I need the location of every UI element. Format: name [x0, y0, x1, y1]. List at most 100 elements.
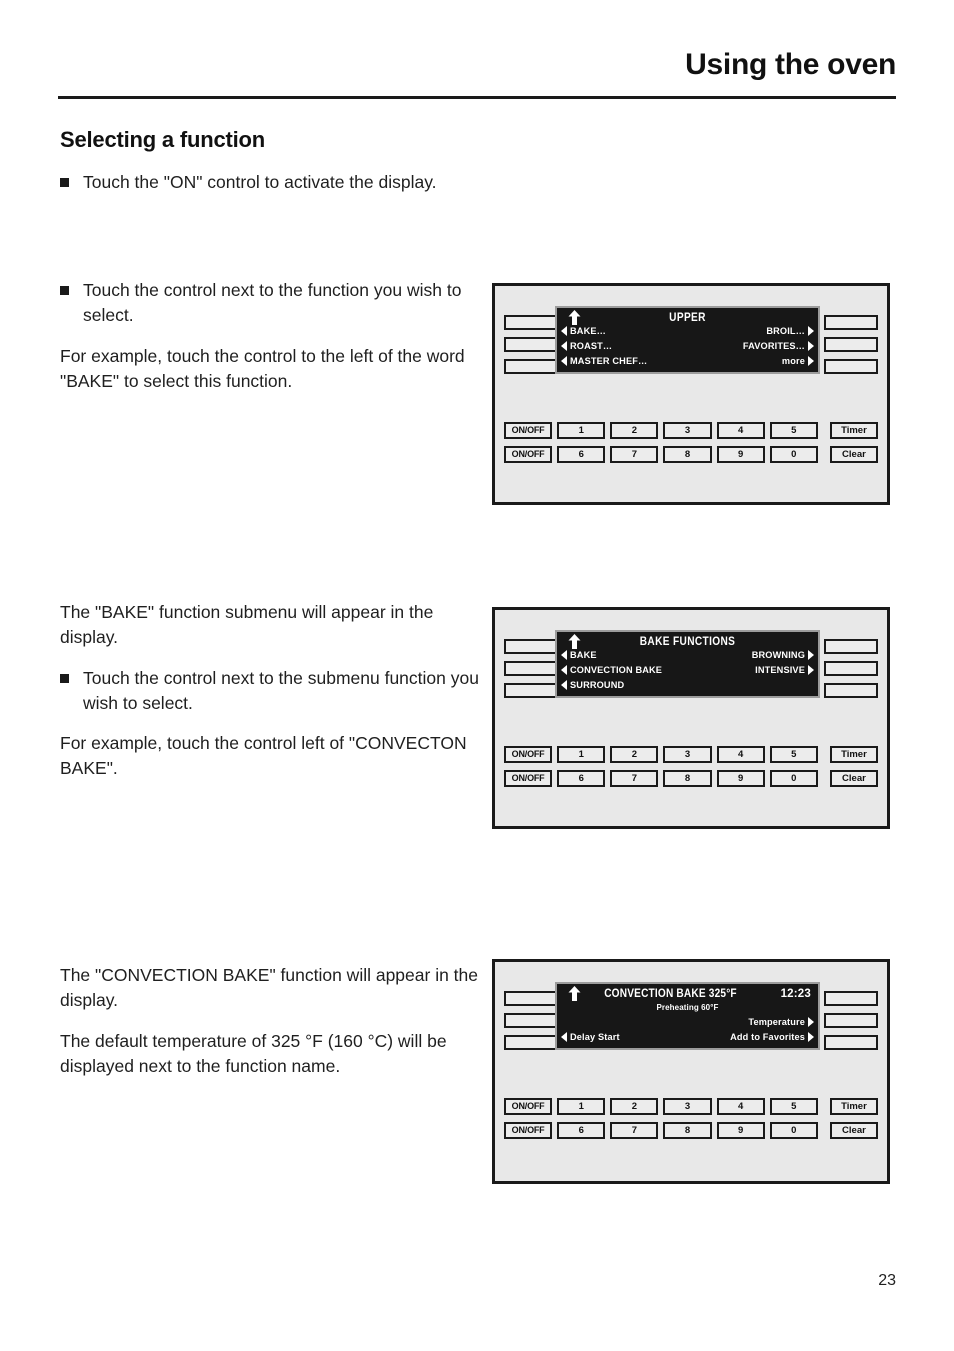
- paragraph: The "CONVECTION BAKE" function will appe…: [60, 965, 479, 1010]
- softkey-left-3[interactable]: [504, 1035, 558, 1050]
- bullet-square-icon: [60, 178, 69, 187]
- key-9[interactable]: 9: [716, 446, 765, 463]
- oven-control-panel-2: BAKE FUNCTIONS BAKE BROWNING CONVECTION …: [492, 607, 890, 829]
- key-5[interactable]: 5: [769, 1098, 818, 1115]
- lcd-menu-item-right[interactable]: Add to Favorites: [730, 1030, 814, 1044]
- left-triangle-icon: [561, 650, 567, 660]
- list-item: Touch the "ON" control to activate the d…: [60, 170, 480, 195]
- softkey-right-1[interactable]: [824, 639, 878, 654]
- list-item: Touch the control next to the submenu fu…: [60, 666, 480, 716]
- up-arrow-icon[interactable]: [568, 986, 581, 1001]
- key-4[interactable]: 4: [716, 422, 765, 439]
- keypad: ON/OFF 1 2 3 4 5 Timer ON/OFF 6 7 8 9 0 …: [504, 422, 878, 470]
- list-item-text: Touch the "ON" control to activate the d…: [83, 172, 437, 192]
- softkey-left-3[interactable]: [504, 683, 558, 698]
- softkey-left-1[interactable]: [504, 991, 558, 1006]
- timer-button[interactable]: Timer: [829, 1098, 878, 1115]
- key-3[interactable]: 3: [663, 1098, 712, 1115]
- softkey-right-2[interactable]: [824, 661, 878, 676]
- clear-button[interactable]: Clear: [829, 1122, 878, 1139]
- lcd-menu-item-right[interactable]: INTENSIVE: [755, 663, 814, 677]
- softkey-right-2[interactable]: [824, 1013, 878, 1028]
- key-1[interactable]: 1: [557, 1098, 606, 1115]
- lcd-menu-item-right[interactable]: Temperature: [748, 1015, 814, 1029]
- softkey-right-1[interactable]: [824, 315, 878, 330]
- lcd-menu-item-left[interactable]: CONVECTION BAKE: [561, 663, 662, 677]
- key-5[interactable]: 5: [769, 422, 818, 439]
- softkey-left-1[interactable]: [504, 315, 558, 330]
- softkey-left-2[interactable]: [504, 337, 558, 352]
- lcd-menu-item-left[interactable]: BAKE: [561, 648, 597, 662]
- timer-button[interactable]: Timer: [829, 422, 878, 439]
- softkey-left-1[interactable]: [504, 639, 558, 654]
- key-4[interactable]: 4: [716, 1098, 765, 1115]
- lcd-bezel: CONVECTION BAKE 325°F 12:23 Preheating 6…: [555, 982, 820, 1050]
- left-triangle-icon: [561, 680, 567, 690]
- key-3[interactable]: 3: [663, 746, 712, 763]
- key-1[interactable]: 1: [557, 746, 606, 763]
- softkey-left-2[interactable]: [504, 661, 558, 676]
- onoff-button-lower[interactable]: ON/OFF: [504, 770, 553, 787]
- lcd-row-3: Delay Start Add to Favorites: [557, 1030, 818, 1044]
- lcd-menu-item-left[interactable]: SURROUND: [561, 678, 624, 692]
- key-1[interactable]: 1: [557, 422, 606, 439]
- section-heading: Selecting a function: [60, 127, 266, 152]
- lcd-menu-item-right[interactable]: FAVORITES…: [743, 339, 814, 353]
- softkey-right-2[interactable]: [824, 337, 878, 352]
- softkey-right-1[interactable]: [824, 991, 878, 1006]
- key-4[interactable]: 4: [716, 746, 765, 763]
- softkey-left-2[interactable]: [504, 1013, 558, 1028]
- key-0[interactable]: 0: [769, 446, 818, 463]
- right-triangle-icon: [808, 1032, 814, 1042]
- key-9[interactable]: 9: [716, 770, 765, 787]
- key-8[interactable]: 8: [663, 446, 712, 463]
- key-2[interactable]: 2: [610, 746, 659, 763]
- timer-button[interactable]: Timer: [829, 746, 878, 763]
- key-8[interactable]: 8: [663, 770, 712, 787]
- softkey-right-3[interactable]: [824, 359, 878, 374]
- lcd-clock: 12:23: [780, 988, 811, 1000]
- right-softkey-column: [824, 991, 878, 1057]
- lcd-menu-item-left[interactable]: ROAST…: [561, 339, 612, 353]
- clear-button[interactable]: Clear: [829, 770, 878, 787]
- softkey-left-3[interactable]: [504, 359, 558, 374]
- key-3[interactable]: 3: [663, 422, 712, 439]
- key-6[interactable]: 6: [557, 1122, 606, 1139]
- key-0[interactable]: 0: [769, 770, 818, 787]
- clear-button[interactable]: Clear: [829, 446, 878, 463]
- key-6[interactable]: 6: [557, 446, 606, 463]
- onoff-button-lower[interactable]: ON/OFF: [504, 1122, 553, 1139]
- lcd-menu-item-left[interactable]: MASTER CHEF…: [561, 354, 647, 368]
- softkey-right-3[interactable]: [824, 1035, 878, 1050]
- right-triangle-icon: [808, 326, 814, 336]
- lcd-row-2: Temperature: [557, 1015, 818, 1029]
- lcd-menu-item-left[interactable]: BAKE…: [561, 324, 606, 338]
- softkey-right-3[interactable]: [824, 683, 878, 698]
- key-2[interactable]: 2: [610, 422, 659, 439]
- key-0[interactable]: 0: [769, 1122, 818, 1139]
- lcd-menu-item-left[interactable]: Delay Start: [561, 1030, 620, 1044]
- right-softkey-column: [824, 315, 878, 381]
- onoff-button-lower[interactable]: ON/OFF: [504, 446, 553, 463]
- key-7[interactable]: 7: [610, 446, 659, 463]
- key-5[interactable]: 5: [769, 746, 818, 763]
- lcd-menu-item-right[interactable]: more: [782, 354, 814, 368]
- key-7[interactable]: 7: [610, 1122, 659, 1139]
- oven-control-panel-1: UPPER BAKE… BROIL… ROAST… FAVORITES… MAS…: [492, 283, 890, 505]
- list-item: Touch the control next to the function y…: [60, 278, 480, 328]
- key-9[interactable]: 9: [716, 1122, 765, 1139]
- key-7[interactable]: 7: [610, 770, 659, 787]
- onoff-button-upper[interactable]: ON/OFF: [504, 422, 553, 439]
- right-triangle-icon: [808, 356, 814, 366]
- onoff-button-upper[interactable]: ON/OFF: [504, 1098, 553, 1115]
- lcd-menu-item-right[interactable]: BROWNING: [752, 648, 814, 662]
- onoff-button-upper[interactable]: ON/OFF: [504, 746, 553, 763]
- lcd-bezel: BAKE FUNCTIONS BAKE BROWNING CONVECTION …: [555, 630, 820, 698]
- key-6[interactable]: 6: [557, 770, 606, 787]
- key-8[interactable]: 8: [663, 1122, 712, 1139]
- list-item-text: Touch the control next to the submenu fu…: [83, 667, 479, 713]
- key-2[interactable]: 2: [610, 1098, 659, 1115]
- keypad-row-bottom: ON/OFF 6 7 8 9 0 Clear: [504, 770, 878, 787]
- lcd-menu-item-right[interactable]: BROIL…: [766, 324, 814, 338]
- left-softkey-column: [504, 991, 558, 1057]
